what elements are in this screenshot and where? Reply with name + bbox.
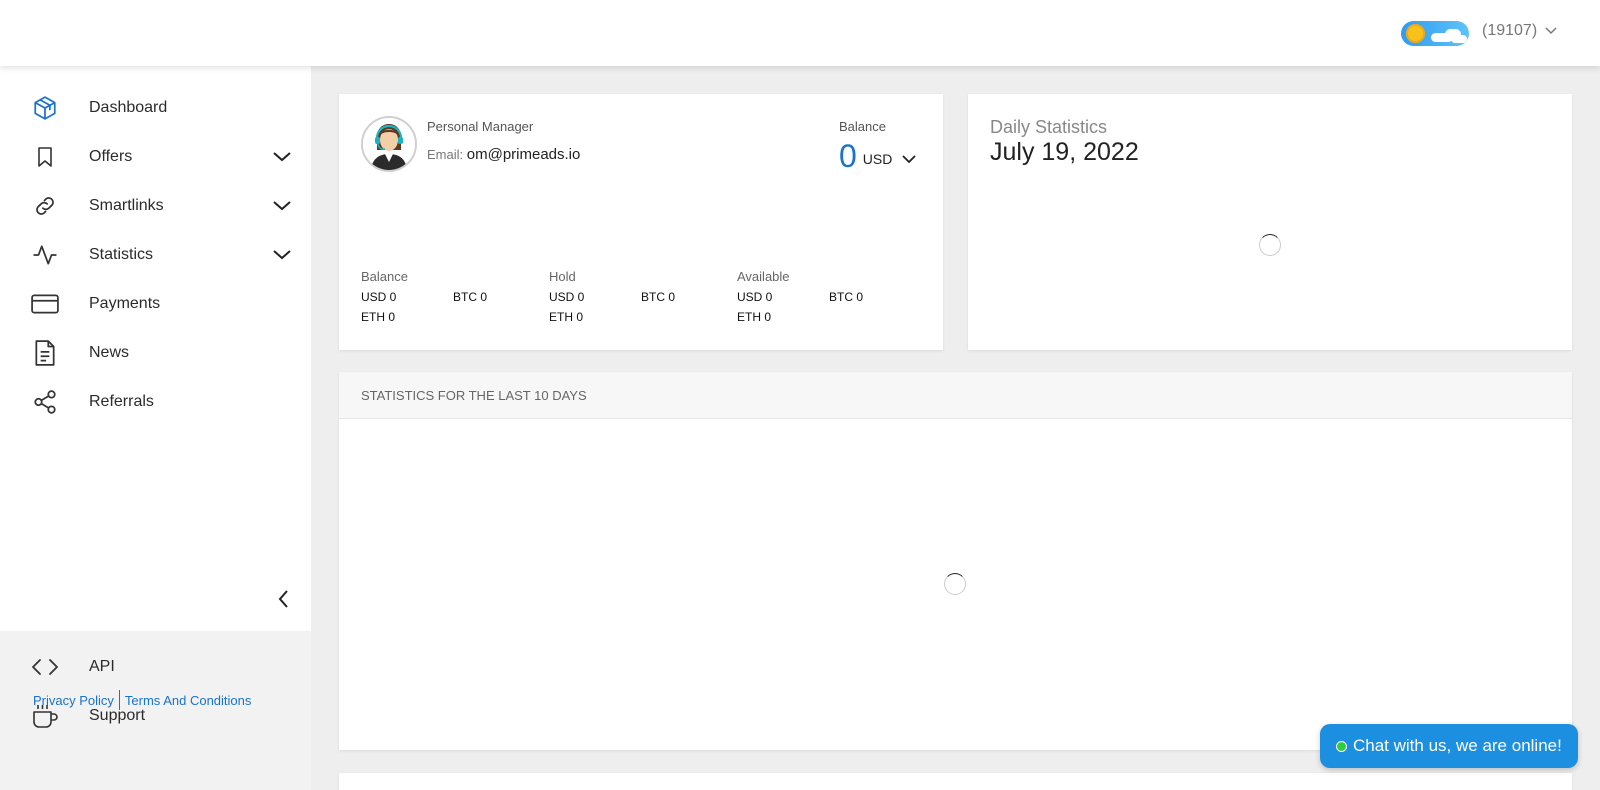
sidebar-item-statistics[interactable]: Statistics <box>0 233 311 277</box>
card-title: STATISTICS FOR THE LAST 10 DAYS <box>361 388 587 403</box>
balance-currency-select[interactable]: 0 USD <box>839 138 916 174</box>
column-title: Balance <box>361 269 408 284</box>
chevron-left-icon <box>278 590 288 608</box>
collapse-sidebar-button[interactable] <box>271 587 295 611</box>
sidebar: Dashboard Offers Smartlinks Statistics P… <box>0 66 311 790</box>
next-card <box>339 773 1572 790</box>
personal-manager-card: Personal Manager Email: om@primeads.io B… <box>339 94 943 350</box>
balance-column: Balance USD 0 BTC 0 ETH 0 <box>361 269 545 330</box>
chevron-down-icon <box>1545 27 1557 35</box>
sidebar-item-referrals[interactable]: Referrals <box>0 380 311 424</box>
manager-email: Email: om@primeads.io <box>427 146 580 163</box>
theme-toggle[interactable] <box>1401 21 1469 46</box>
sidebar-item-label: Offers <box>89 148 133 165</box>
live-chat-button[interactable]: Chat with us, we are online! <box>1320 724 1578 768</box>
link-icon <box>31 192 59 220</box>
usd-value: USD 0 <box>361 290 397 304</box>
document-icon <box>31 339 59 367</box>
manager-title: Personal Manager <box>427 119 534 134</box>
daily-statistics-date: July 19, 2022 <box>990 138 1139 166</box>
sidebar-item-label: Smartlinks <box>89 197 164 214</box>
hold-column: Hold USD 0 BTC 0 ETH 0 <box>549 269 733 330</box>
usd-value: USD 0 <box>737 290 773 304</box>
eth-value: ETH 0 <box>549 310 584 324</box>
sun-icon <box>1406 24 1425 43</box>
available-column: Available USD 0 BTC 0 ETH 0 <box>737 269 921 330</box>
top-header: (19107) <box>0 0 1600 66</box>
privacy-policy-link[interactable]: Privacy Policy <box>33 693 114 708</box>
code-icon <box>31 653 59 681</box>
user-menu[interactable]: (19107) <box>1482 22 1557 40</box>
sidebar-item-label: Referrals <box>89 393 154 410</box>
column-title: Available <box>737 269 790 284</box>
sidebar-item-label: Statistics <box>89 246 154 263</box>
eth-value: ETH 0 <box>361 310 396 324</box>
chevron-down-icon[interactable] <box>271 195 293 217</box>
balance-currency: USD <box>862 151 893 167</box>
chevron-down-icon <box>902 154 916 163</box>
credit-card-icon <box>31 290 59 318</box>
chevron-down-icon[interactable] <box>271 244 293 266</box>
btc-value: BTC 0 <box>829 290 864 304</box>
terms-link[interactable]: Terms And Conditions <box>125 693 251 708</box>
cloud-icon <box>1451 35 1467 43</box>
email-label: Email: <box>427 147 464 162</box>
statistics-10-days-card: STATISTICS FOR THE LAST 10 DAYS <box>339 372 1572 750</box>
sidebar-item-offers[interactable]: Offers <box>0 135 311 179</box>
sidebar-item-smartlinks[interactable]: Smartlinks <box>0 184 311 228</box>
chat-label: Chat with us, we are online! <box>1353 736 1562 755</box>
share-icon <box>31 388 59 416</box>
bookmark-icon <box>31 143 59 171</box>
sidebar-item-dashboard[interactable]: Dashboard <box>0 86 311 130</box>
chevron-down-icon[interactable] <box>271 146 293 168</box>
sidebar-item-label: Payments <box>89 295 161 312</box>
sidebar-item-label: API <box>89 658 115 675</box>
avatar <box>361 116 417 172</box>
user-id: (19107) <box>1482 22 1538 39</box>
daily-statistics-title: Daily Statistics <box>990 117 1108 137</box>
eth-value: ETH 0 <box>737 310 772 324</box>
usd-value: USD 0 <box>549 290 585 304</box>
sidebar-item-news[interactable]: News <box>0 331 311 375</box>
btc-value: BTC 0 <box>641 290 676 304</box>
footer-links: Privacy Policy Terms And Conditions <box>33 690 251 710</box>
sidebar-item-label: Dashboard <box>89 99 168 116</box>
activity-icon <box>31 241 59 269</box>
loading-spinner <box>944 573 966 595</box>
sidebar-item-api[interactable]: API <box>0 645 311 689</box>
sidebar-item-payments[interactable]: Payments <box>0 282 311 326</box>
daily-statistics-card: Daily Statistics July 19, 2022 <box>968 94 1572 350</box>
divider <box>118 690 120 710</box>
sidebar-bottom: API Support <box>0 631 311 790</box>
manager-email-value[interactable]: om@primeads.io <box>467 146 581 163</box>
online-status-icon <box>1336 740 1347 752</box>
balance-value: 0 <box>839 138 857 174</box>
sidebar-item-label: News <box>89 344 130 361</box>
column-title: Hold <box>549 269 576 284</box>
card-header: STATISTICS FOR THE LAST 10 DAYS <box>339 372 1572 419</box>
cube-icon <box>31 94 59 122</box>
loading-spinner <box>1259 234 1281 256</box>
balance-label: Balance <box>839 119 886 134</box>
btc-value: BTC 0 <box>453 290 488 304</box>
